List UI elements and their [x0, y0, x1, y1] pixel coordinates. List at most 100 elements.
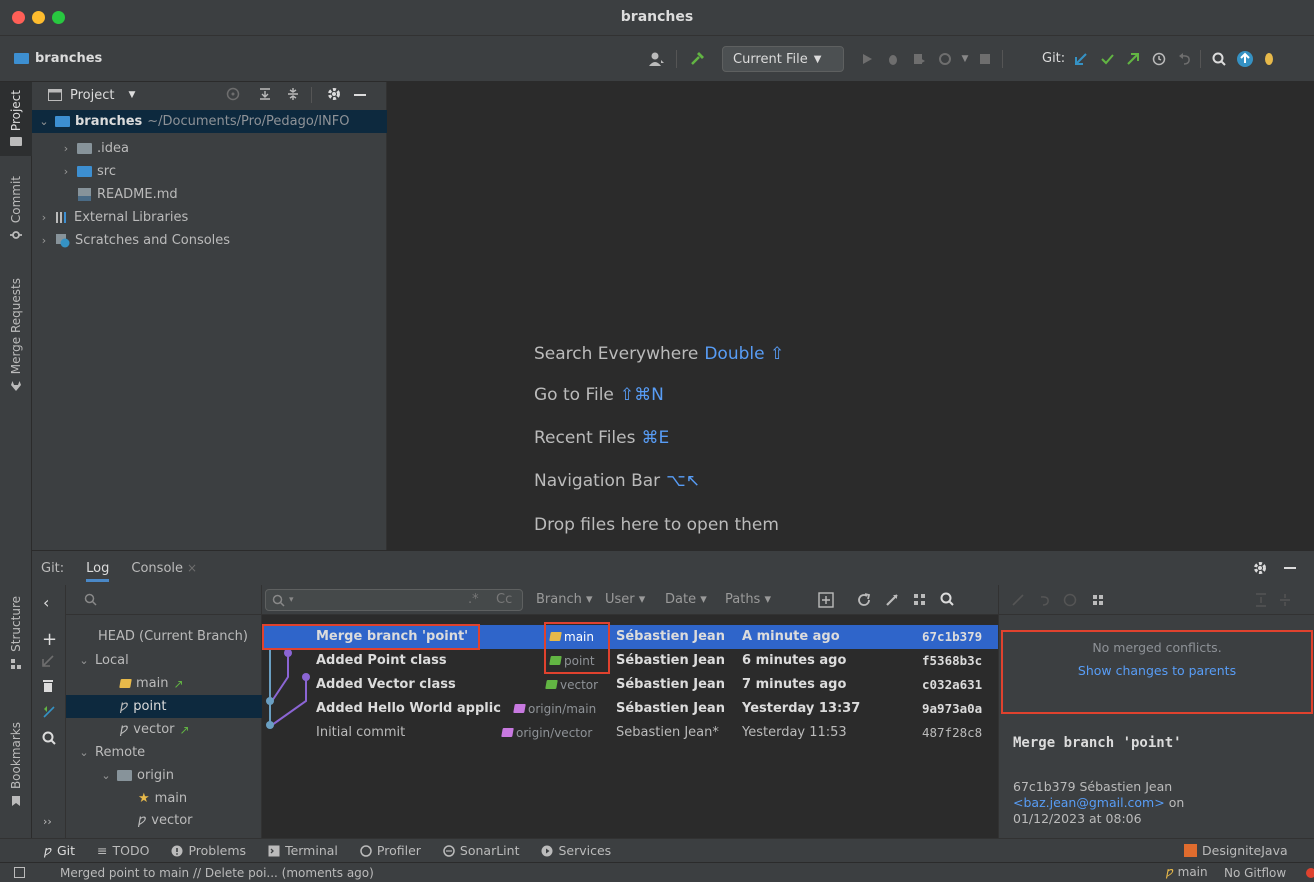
rollback-icon[interactable] [1176, 50, 1194, 68]
new-tab-icon[interactable] [818, 592, 834, 608]
tab-console[interactable]: Console × [131, 561, 197, 576]
commit-email-link[interactable]: <baz.jean@gmail.com> [1013, 795, 1165, 810]
history-clock-icon[interactable] [1150, 50, 1168, 68]
update-available-icon[interactable] [1236, 50, 1254, 68]
chevron-down-icon[interactable]: ⌄ [38, 115, 50, 128]
commit-row[interactable]: Added Point class point Sébastien Jean 6… [262, 649, 998, 673]
tree-item[interactable]: › src [32, 160, 387, 183]
refresh-icon[interactable] [856, 592, 872, 608]
debug-icon[interactable] [884, 50, 902, 68]
tree-item[interactable]: README.md [32, 183, 387, 206]
more-icon[interactable]: ›› [43, 815, 52, 828]
chevron-down-icon[interactable]: ⌄ [78, 654, 90, 667]
remote-branch-main[interactable]: ★ main [66, 787, 262, 810]
tool-tab-project[interactable]: Project [0, 82, 32, 156]
gitflow-widget[interactable]: No Gitflow [1224, 866, 1286, 880]
chevron-right-icon[interactable]: › [60, 142, 72, 155]
profile-icon[interactable] [936, 50, 954, 68]
locate-target-icon[interactable] [226, 87, 240, 101]
status-message[interactable]: Merged point to main // Delete poi... (m… [60, 866, 374, 880]
tool-tab-merge-requests[interactable]: Merge Requests [0, 278, 32, 398]
run-configuration-select[interactable]: Current File ▼ [722, 46, 844, 72]
branch-group-remote[interactable]: ⌄ Remote [66, 741, 262, 764]
collapse-all-icon[interactable] [286, 87, 300, 101]
tree-item[interactable]: › Scratches and Consoles [32, 229, 387, 252]
hide-panel-icon[interactable] [354, 94, 366, 96]
chevron-down-icon[interactable]: ▼ [128, 90, 135, 100]
search-icon[interactable] [940, 592, 955, 607]
compare-branches-icon[interactable] [42, 705, 56, 719]
view-options-icon[interactable] [912, 592, 928, 608]
plugin-icon[interactable] [1260, 50, 1278, 68]
grouping-icon[interactable] [1091, 593, 1105, 607]
tool-tab-todo[interactable]: ≡ TODO [97, 843, 149, 858]
close-tab-icon[interactable]: × [187, 561, 197, 575]
chevron-right-icon[interactable]: › [38, 211, 50, 224]
gear-icon[interactable] [1252, 560, 1268, 576]
git-branch-widget[interactable]: ƿ main [1166, 865, 1208, 879]
chevron-right-icon[interactable]: › [60, 165, 72, 178]
tool-tab-bookmarks[interactable]: Bookmarks [0, 722, 32, 822]
tool-tab-commit[interactable]: Commit [0, 176, 32, 256]
tool-tab-problems[interactable]: Problems [171, 843, 246, 858]
hide-panel-icon[interactable] [1284, 567, 1296, 569]
chevron-down-icon[interactable]: ⌄ [100, 769, 112, 782]
tool-tab-git[interactable]: ƿ Git [44, 843, 75, 858]
trash-icon[interactable] [42, 679, 54, 693]
chevron-left-icon[interactable]: ‹ [43, 593, 49, 612]
project-view-title[interactable]: Project [70, 88, 114, 103]
branch-search-input[interactable] [66, 585, 262, 615]
filter-user[interactable]: User ▾ [605, 592, 645, 607]
tool-tab-services[interactable]: Services [541, 843, 611, 858]
editor-empty-area[interactable]: Search Everywhere Double ⇧ Go to File ⇧⌘N … [388, 82, 1314, 550]
tab-log[interactable]: Log [86, 561, 110, 582]
branch-item-head[interactable]: HEAD (Current Branch) [66, 625, 262, 648]
tool-tab-profiler[interactable]: Profiler [360, 843, 421, 858]
tree-item-root[interactable]: ⌄ branches ~/Documents/Pro/Pedago/INFO [32, 110, 387, 133]
expand-all-icon[interactable] [258, 87, 272, 101]
match-case-toggle[interactable]: Cc [496, 592, 512, 607]
cherry-pick-icon[interactable] [1011, 593, 1025, 607]
tool-tab-terminal[interactable]: Terminal [268, 843, 338, 858]
remote-branch-vector[interactable]: ƿ vector [66, 810, 262, 830]
build-hammer-icon[interactable] [688, 50, 706, 68]
remote-origin[interactable]: ⌄ origin [66, 764, 262, 787]
tree-item[interactable]: › .idea [32, 137, 387, 160]
filter-paths[interactable]: Paths ▾ [725, 592, 771, 607]
project-breadcrumb[interactable]: branches [14, 51, 102, 66]
coverage-icon[interactable] [910, 50, 928, 68]
regex-toggle[interactable]: .* [468, 592, 479, 607]
tree-item[interactable]: › External Libraries [32, 206, 387, 229]
filter-branch[interactable]: Branch ▾ [536, 592, 593, 607]
search-icon[interactable] [42, 731, 56, 745]
commit-row[interactable]: Added Vector class vector Sébastien Jean… [262, 673, 998, 697]
git-commit-check-icon[interactable] [1098, 50, 1116, 68]
update-branch-icon[interactable] [42, 655, 54, 667]
run-icon[interactable] [858, 50, 876, 68]
tool-tab-structure[interactable]: Structure [0, 596, 32, 678]
chevron-down-icon[interactable]: ⌄ [78, 746, 90, 759]
branch-group-local[interactable]: ⌄ Local [66, 649, 262, 672]
git-push-icon[interactable] [1124, 50, 1142, 68]
cherry-pick-icon[interactable] [884, 592, 900, 608]
log-search-input[interactable]: ▾ .* Cc [265, 589, 523, 611]
branch-item-main[interactable]: main ↗ [66, 672, 262, 695]
stop-icon[interactable] [976, 50, 994, 68]
commit-row[interactable]: Initial commit origin/vector Sebastien J… [262, 721, 998, 745]
chevron-down-icon[interactable]: ▾ [289, 595, 294, 605]
gear-icon[interactable] [326, 86, 342, 102]
collapse-all-icon[interactable] [1279, 593, 1291, 607]
chevron-down-icon[interactable]: ▼ [956, 50, 974, 68]
show-changes-link[interactable]: Show changes to parents [999, 663, 1314, 678]
filter-date[interactable]: Date ▾ [665, 592, 707, 607]
rollback-icon[interactable] [1037, 593, 1051, 607]
history-clock-icon[interactable] [1063, 593, 1077, 607]
commit-row[interactable]: Added Hello World applic origin/main Séb… [262, 697, 998, 721]
tool-tab-sonarlint[interactable]: SonarLint [443, 843, 519, 858]
user-icon[interactable] [648, 50, 666, 68]
expand-all-icon[interactable] [1255, 593, 1267, 607]
chevron-right-icon[interactable]: › [38, 234, 50, 247]
search-icon[interactable] [1210, 50, 1228, 68]
branch-item-point[interactable]: ƿ point [66, 695, 262, 718]
git-update-icon[interactable] [1072, 50, 1090, 68]
